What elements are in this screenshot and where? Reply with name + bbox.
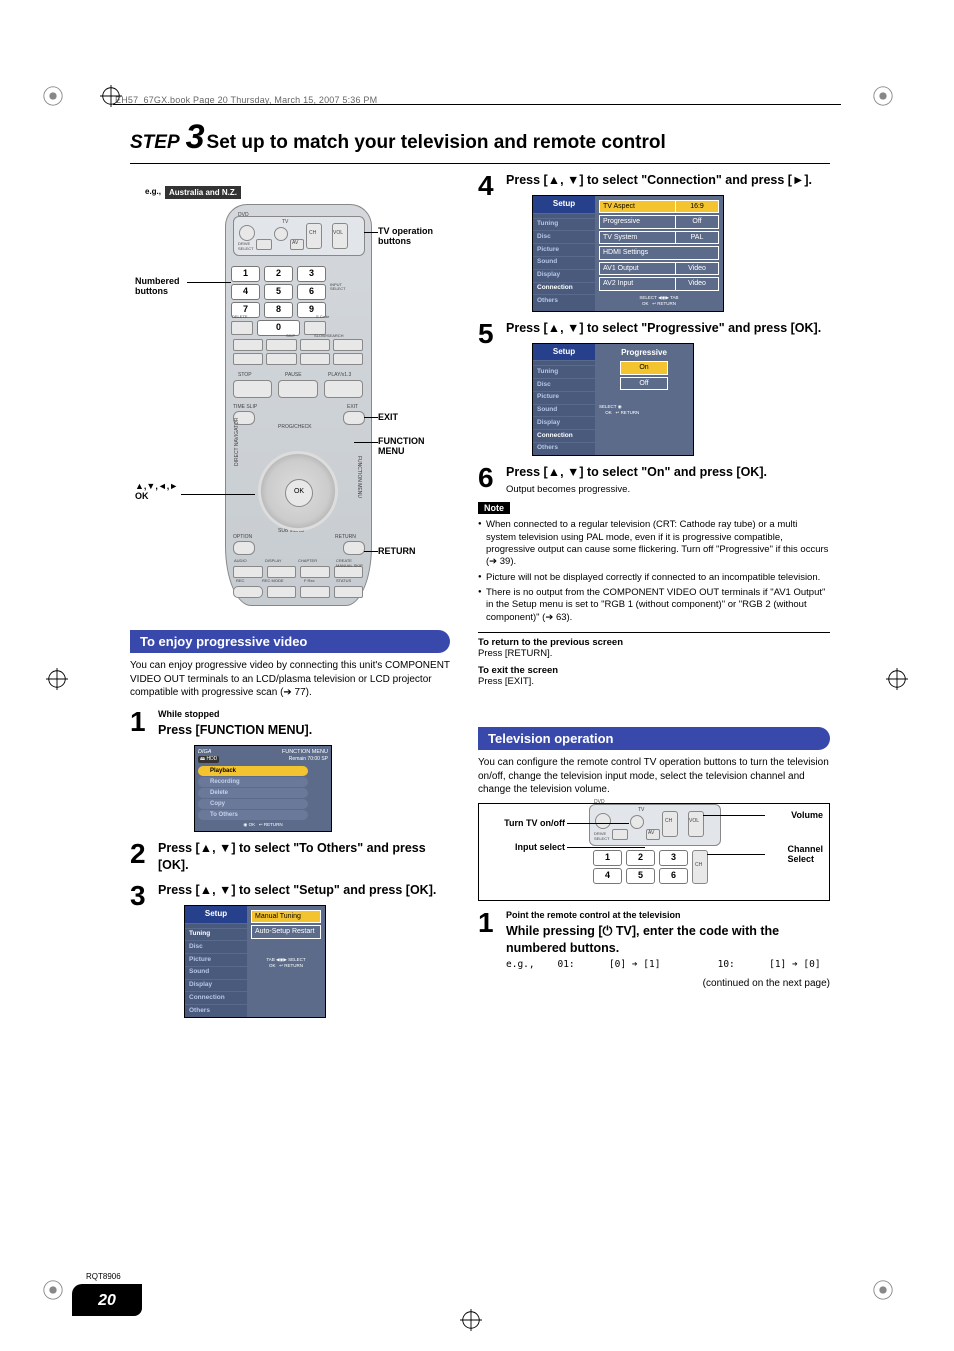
step6-text: Press [▲, ▼] to select "On" and press [O… (506, 465, 767, 479)
step-number-4: 4 (478, 172, 506, 312)
return-heading: To return to the previous screen (478, 637, 830, 648)
eg-region-label: Australia and N.Z. (165, 186, 241, 199)
tv-button-group: DVD TV CH VOL AV DRIVESELECT (233, 216, 365, 256)
eg-prefix: e.g., (145, 187, 161, 196)
callout-tv-operation: TV operation buttons (378, 226, 433, 246)
keypad-5: 5 (264, 284, 293, 300)
keypad-2: 2 (264, 266, 293, 282)
keypad-6: 6 (297, 284, 326, 300)
tv-step-number-1: 1 (478, 909, 506, 973)
exit-heading: To exit the screen (478, 665, 830, 676)
callout-function-menu: FUNCTION MENU (378, 436, 425, 456)
step4-text: Press [▲, ▼] to select "Connection" and … (506, 173, 812, 187)
step-number-1: 1 (130, 708, 158, 833)
keypad-8: 8 (264, 302, 293, 318)
callout-arrows-ok: ▲,▼,◄,► OK (135, 481, 178, 501)
note-item: There is no output from the COMPONENT VI… (478, 587, 830, 624)
callout-exit: EXIT (378, 412, 398, 422)
step1-text: Press [FUNCTION MENU]. (158, 723, 312, 737)
step6-result: Output becomes progressive. (506, 484, 830, 497)
progressive-intro: You can enjoy progressive video by conne… (130, 659, 450, 700)
registration-mark (42, 1279, 64, 1301)
crop-mark-icon (460, 1309, 482, 1331)
callout-numbered: Numbered buttons (135, 276, 180, 296)
tv-step1-condition: Point the remote control at the televisi… (506, 909, 830, 921)
step5-text: Press [▲, ▼] to select "Progressive" and… (506, 321, 821, 335)
callout-return: RETURN (378, 546, 416, 556)
title-step-number: 3 (186, 118, 205, 157)
keypad-1: 1 (231, 266, 260, 282)
setup-screen: Setup Tuning Disc Picture Sound Display … (184, 905, 326, 1018)
label-channel-select: Channel Select (787, 844, 823, 864)
keypad-3: 3 (297, 266, 326, 282)
tv-operation-diagram: Turn TV on/off Input select Volume Chann… (478, 803, 830, 901)
registration-mark (42, 85, 64, 107)
tv-keypad-5: 5 (626, 868, 655, 884)
section-progressive-video: To enjoy progressive video (130, 630, 450, 653)
ok-button: OK (285, 479, 313, 507)
registration-mark (872, 1279, 894, 1301)
remote-diagram: e.g., Australia and N.Z. DVD TV CH VOL (130, 176, 420, 616)
crop-mark-icon (46, 668, 68, 690)
page-title: STEP 3 Set up to match your television a… (130, 118, 830, 164)
return-body: Press [RETURN]. (478, 648, 830, 659)
step-number-3: 3 (130, 882, 158, 1018)
step-number-2: 2 (130, 840, 158, 874)
title-text: Set up to match your television and remo… (207, 132, 666, 154)
connection-screen: Setup Tuning Disc Picture Sound Display … (532, 195, 724, 312)
crop-mark-icon (886, 668, 908, 690)
keypad-4: 4 (231, 284, 260, 300)
section-television-operation: Television operation (478, 727, 830, 750)
tv-keypad-6: 6 (659, 868, 688, 884)
continued-note: (continued on the next page) (478, 978, 830, 989)
step3-text: Press [▲, ▼] to select "Setup" and press… (158, 883, 436, 897)
registration-mark (872, 85, 894, 107)
label-volume: Volume (791, 810, 823, 820)
page-number: 20 (72, 1284, 142, 1316)
progressive-screen: Setup Tuning Disc Picture Sound Display … (532, 343, 694, 456)
exit-body: Press [EXIT]. (478, 676, 830, 687)
tv-keypad-4: 4 (593, 868, 622, 884)
step1-condition: While stopped (158, 708, 450, 720)
function-menu-screen: DIGA FUNCTION MENU 🖴 HDD Remain 70:00 SP… (194, 745, 332, 833)
tv-step1-text: While pressing [⏻ TV], enter the code wi… (506, 924, 779, 955)
note-label: Note (478, 502, 510, 514)
step-number-5: 5 (478, 320, 506, 456)
label-turn-tv: Turn TV on/off (485, 818, 565, 828)
step-number-6: 6 (478, 464, 506, 497)
label-input-select: Input select (485, 842, 565, 852)
tv-keypad-3: 3 (659, 850, 688, 866)
tv-keypad-2: 2 (626, 850, 655, 866)
step2-text: Press [▲, ▼] to select "To Others" and p… (158, 840, 450, 874)
note-item: When connected to a regular television (… (478, 519, 830, 568)
tv-intro: You can configure the remote control TV … (478, 756, 830, 797)
header-rule (113, 104, 841, 105)
title-step: STEP (130, 132, 180, 154)
document-code: RQT8906 (86, 1272, 121, 1281)
note-item: Picture will not be displayed correctly … (478, 572, 830, 584)
note-list: When connected to a regular television (… (478, 519, 830, 624)
tv-keypad-1: 1 (593, 850, 622, 866)
tv-step1-example: e.g., 01: [0] ➔ [1] 10: [1] ➔ [0] (506, 959, 830, 972)
